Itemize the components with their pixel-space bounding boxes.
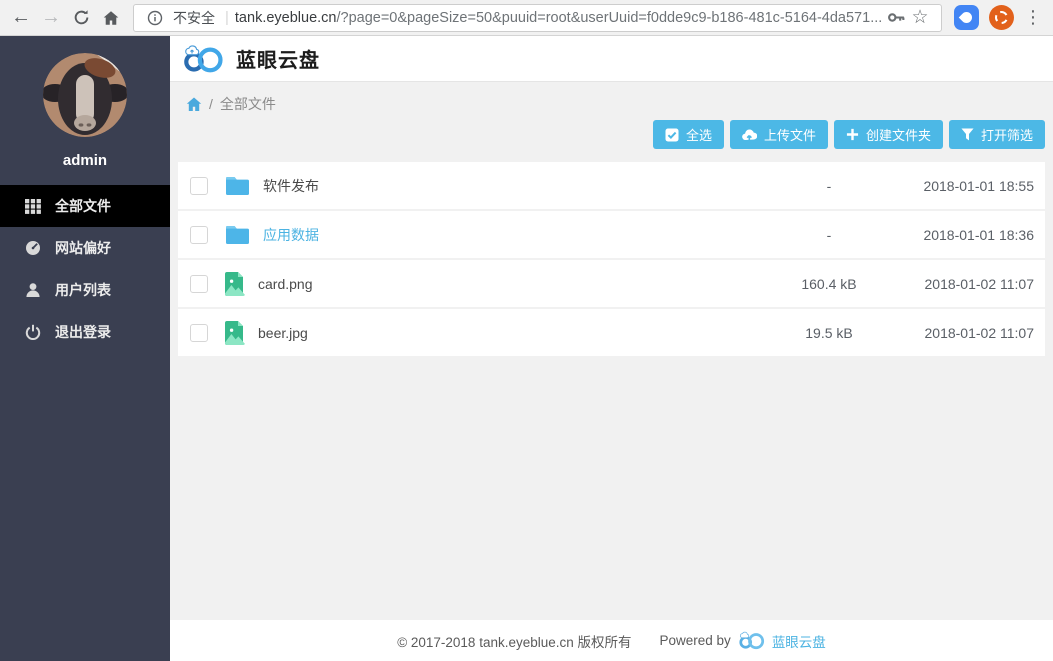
footer-logo-icon	[738, 631, 765, 650]
main-area: 蓝眼云盘 / 全部文件 全选	[170, 36, 1053, 661]
file-name-link[interactable]: beer.jpg	[258, 325, 773, 341]
browser-toolbar: ← → 不安全 | tank.eyeblue.cn/?page=0&pageSi…	[0, 0, 1053, 36]
upload-file-button[interactable]: 上传文件	[730, 120, 828, 149]
back-icon[interactable]: ←	[6, 3, 36, 33]
open-filter-button[interactable]: 打开筛选	[949, 120, 1045, 149]
file-name-link[interactable]: 应用数据	[263, 225, 773, 245]
forward-icon[interactable]: →	[36, 3, 66, 33]
saved-password-key-icon[interactable]	[884, 6, 908, 30]
url-path: /?page=0&pageSize=50&puuid=root&userUuid…	[336, 10, 882, 26]
omnibox-divider: |	[225, 9, 229, 26]
action-toolbar: 全选 上传文件 创建文件夹	[170, 120, 1053, 162]
home-icon[interactable]	[96, 3, 126, 33]
user-avatar[interactable]	[43, 53, 127, 137]
breadcrumb-current: 全部文件	[220, 94, 276, 114]
filter-icon	[961, 128, 974, 141]
brand-link[interactable]: 蓝眼云盘	[772, 631, 826, 651]
open-filter-label: 打开筛选	[981, 125, 1033, 144]
file-row[interactable]: card.png 160.4 kB 2018-01-02 11:07	[178, 260, 1045, 307]
file-size: -	[773, 227, 885, 243]
page-title: 蓝眼云盘	[236, 44, 320, 73]
app-header: 蓝眼云盘	[170, 36, 1053, 82]
file-date: 2018-01-02 11:07	[885, 276, 1045, 292]
file-size: -	[773, 178, 885, 194]
sidebar: admin 全部文件 网站偏好 用户列表	[0, 36, 170, 661]
sidebar-item-label: 全部文件	[55, 196, 111, 216]
image-file-icon	[225, 321, 245, 345]
extension-orange-icon[interactable]	[989, 5, 1014, 30]
file-size: 19.5 kB	[773, 325, 885, 341]
file-name-link[interactable]: card.png	[258, 276, 773, 292]
app-logo-icon	[182, 44, 224, 74]
browser-menu-icon[interactable]: ⋮	[1019, 7, 1047, 28]
sidebar-item-logout[interactable]: 退出登录	[0, 311, 170, 353]
sidebar-item-label: 退出登录	[55, 322, 111, 342]
file-list: 软件发布 - 2018-01-01 18:55 应用数据 - 2018-01-0…	[178, 162, 1045, 356]
file-date: 2018-01-01 18:55	[885, 178, 1045, 194]
security-label: 不安全	[173, 8, 215, 28]
file-name-link[interactable]: 软件发布	[263, 176, 773, 196]
upload-file-label: 上传文件	[764, 125, 816, 144]
file-date: 2018-01-02 11:07	[885, 325, 1045, 341]
info-icon[interactable]	[143, 6, 167, 30]
breadcrumb-home-icon[interactable]	[186, 97, 202, 112]
file-size: 160.4 kB	[773, 276, 885, 292]
footer: © 2017-2018 tank.eyeblue.cn 版权所有 Powered…	[170, 620, 1053, 661]
file-row[interactable]: 应用数据 - 2018-01-01 18:36	[178, 211, 1045, 258]
sidebar-item-label: 用户列表	[55, 280, 111, 300]
select-all-label: 全选	[686, 125, 712, 144]
powered-by-label: Powered by	[660, 633, 731, 648]
folder-icon	[225, 176, 250, 196]
refresh-icon[interactable]	[66, 3, 96, 33]
sidebar-item-label: 网站偏好	[55, 238, 111, 258]
username-label: admin	[0, 152, 170, 169]
select-all-button[interactable]: 全选	[653, 120, 724, 149]
create-folder-label: 创建文件夹	[866, 125, 931, 144]
sidebar-item-user-list[interactable]: 用户列表	[0, 269, 170, 311]
address-bar[interactable]: 不安全 | tank.eyeblue.cn/?page=0&pageSize=5…	[133, 4, 942, 32]
content-area: / 全部文件 全选 上传文件	[170, 82, 1053, 620]
cloud-upload-icon	[742, 128, 757, 141]
sidebar-item-all-files[interactable]: 全部文件	[0, 185, 170, 227]
plus-icon	[846, 128, 859, 141]
file-row[interactable]: beer.jpg 19.5 kB 2018-01-02 11:07	[178, 309, 1045, 356]
folder-icon	[225, 225, 250, 245]
url-domain: tank.eyeblue.cn	[235, 10, 337, 26]
file-row[interactable]: 软件发布 - 2018-01-01 18:55	[178, 162, 1045, 209]
row-checkbox[interactable]	[190, 177, 208, 195]
grid-icon	[25, 198, 41, 214]
powered-by: Powered by 蓝眼云盘	[660, 631, 826, 651]
file-date: 2018-01-01 18:36	[885, 227, 1045, 243]
goat-avatar-image	[43, 53, 127, 137]
breadcrumb-separator: /	[209, 96, 213, 112]
row-checkbox[interactable]	[190, 226, 208, 244]
image-file-icon	[225, 272, 245, 296]
create-folder-button[interactable]: 创建文件夹	[834, 120, 943, 149]
breadcrumb: / 全部文件	[170, 82, 1053, 120]
url-text: tank.eyeblue.cn/?page=0&pageSize=50&puui…	[235, 10, 884, 26]
row-checkbox[interactable]	[190, 275, 208, 293]
copyright-text: © 2017-2018 tank.eyeblue.cn 版权所有	[397, 631, 631, 651]
bookmark-star-icon[interactable]: ☆	[908, 6, 932, 30]
extension-blue-icon[interactable]	[954, 5, 979, 30]
power-icon	[25, 324, 41, 340]
dashboard-icon	[25, 240, 41, 256]
user-icon	[25, 282, 41, 298]
app-frame: admin 全部文件 网站偏好 用户列表	[0, 36, 1053, 661]
row-checkbox[interactable]	[190, 324, 208, 342]
check-square-icon	[665, 128, 679, 142]
sidebar-item-site-preferences[interactable]: 网站偏好	[0, 227, 170, 269]
